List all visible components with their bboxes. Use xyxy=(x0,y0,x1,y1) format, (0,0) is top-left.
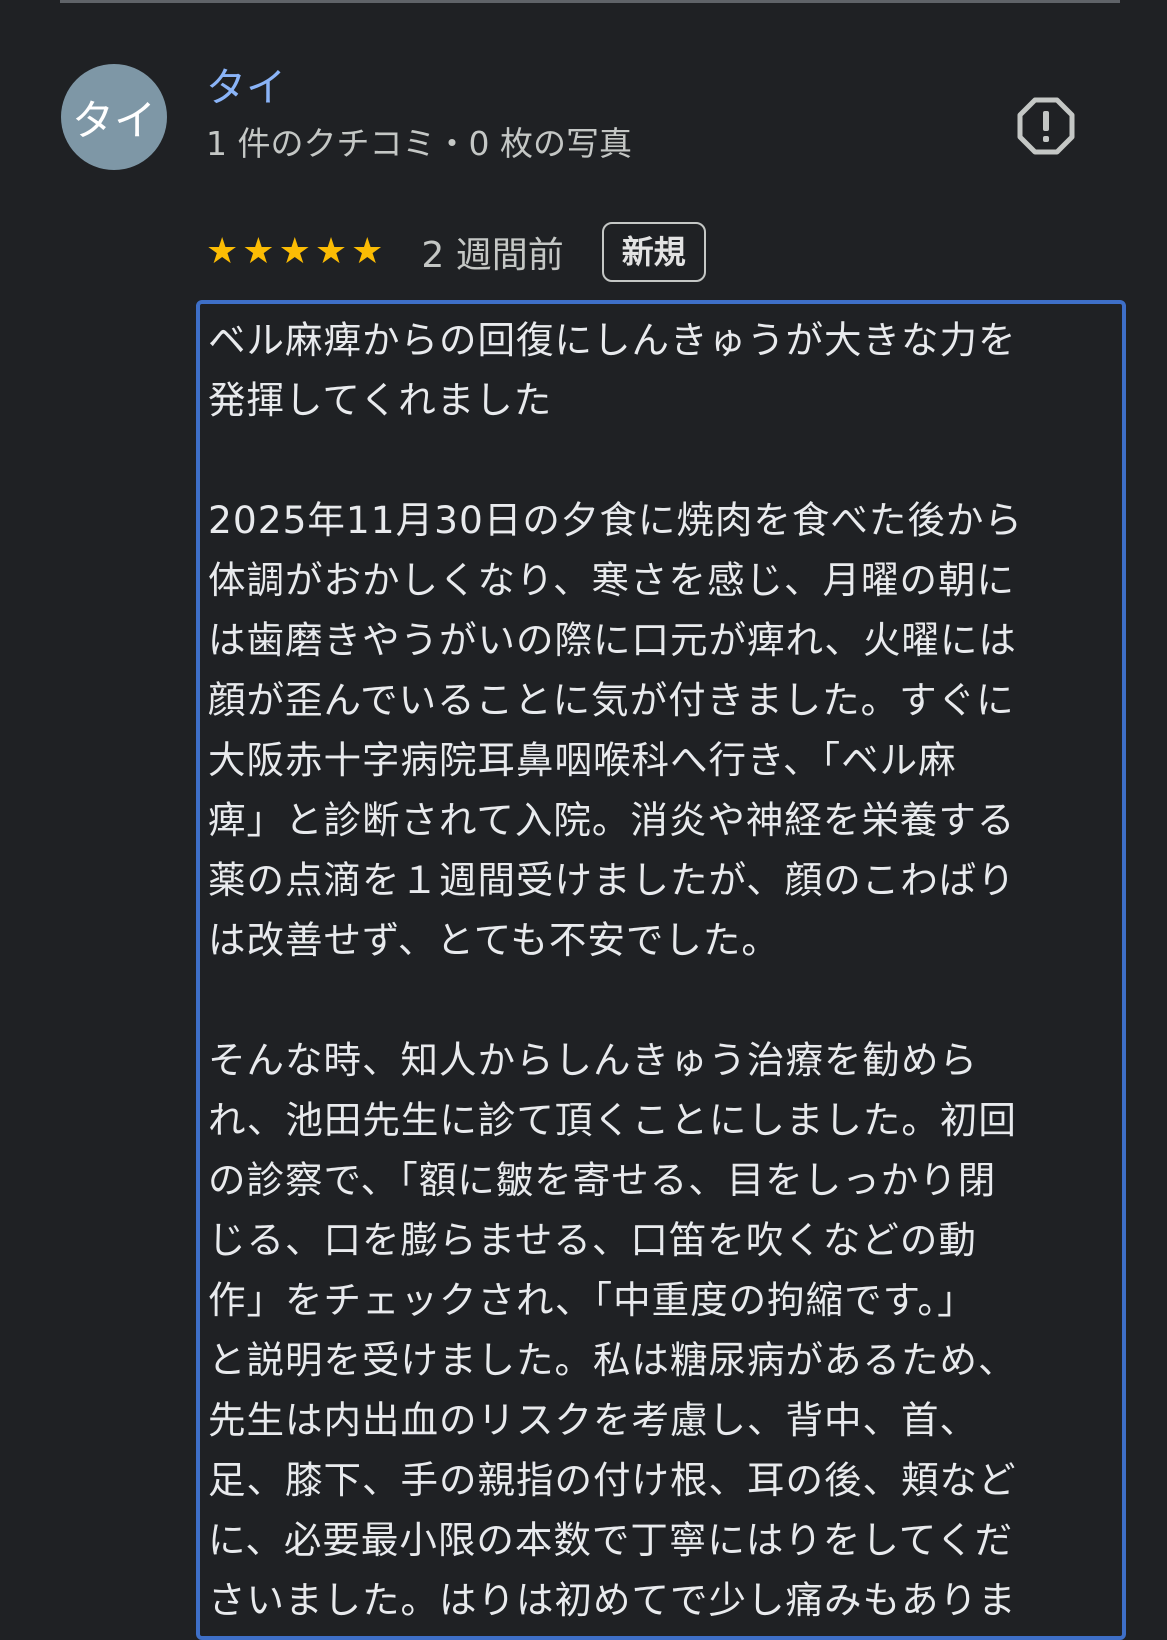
review-line: さいました。はりは初めてで少し痛みもありま xyxy=(208,1578,1017,1622)
review-line: 顔が歪んでいることに気が付きました。すぐに xyxy=(208,678,1015,722)
review-line: は歯磨きやうがいの際に口元が痺れ、火曜には xyxy=(208,618,1017,662)
avatar[interactable]: タイ xyxy=(61,64,167,170)
new-badge: 新規 xyxy=(601,222,706,282)
star-icon: ★ xyxy=(206,231,239,272)
report-flag-icon xyxy=(1017,97,1075,155)
review-line xyxy=(208,970,1114,1030)
review-line: 体調がおかしくなり、寒さを感じ、月曜の朝に xyxy=(208,558,1015,602)
review-line: 痺」と診断されて入院。消炎や神経を栄養する xyxy=(208,798,1016,842)
reviewer-name-link[interactable]: タイ xyxy=(206,62,286,114)
review-line: の診察で、「額に皺を寄せる、目をしっかり閉 xyxy=(208,1158,997,1202)
review-line: 足、膝下、手の親指の付け根、耳の後、頬など xyxy=(208,1458,1017,1502)
avatar-text: タイ xyxy=(71,95,156,145)
review-line: に、必要最小限の本数で丁寧にはりをしてくだ xyxy=(208,1518,1014,1562)
reviewer-stats: 1 件のクチコミ・0 枚の写真 xyxy=(206,124,632,163)
review-line: れ、池田先生に診て頂くことにしました。初回 xyxy=(208,1098,1017,1142)
star-icon: ★ xyxy=(351,231,384,272)
review-line: 先生は内出血のリスクを考慮し、背中、首、 xyxy=(208,1398,978,1442)
review-line xyxy=(208,430,1114,490)
review-line: 作」をチェックされ、「中重度の拘縮です。」 xyxy=(208,1278,976,1322)
review-line: は改善せず、とても不安でした。 xyxy=(208,918,780,962)
review-line: ベル麻痺からの回復にしんきゅうが大きな力を xyxy=(208,318,1017,362)
review-line: じる、口を膨らませる、口笛を吹くなどの動 xyxy=(208,1218,977,1262)
rating-row: ★ ★ ★ ★ ★ 2 週間前 新規 xyxy=(206,220,706,284)
review-date: 2 週間前 xyxy=(421,235,564,276)
star-icon: ★ xyxy=(242,231,275,272)
review-line: 大阪赤十字病院耳鼻咽喉科へ行き、「ベル麻 xyxy=(208,738,957,782)
review-line: そんな時、知人からしんきゅう治療を勧めら xyxy=(208,1038,978,1082)
review-line: と説明を受けました。私は糖尿病があるため、 xyxy=(208,1338,1017,1382)
star-icon: ★ xyxy=(314,231,348,272)
report-button[interactable] xyxy=(1016,96,1076,156)
star-icon: ★ xyxy=(278,231,311,272)
review-line: 2025年11月30日の夕食に焼肉を食べた後から xyxy=(208,498,1023,542)
star-rating: ★ ★ ★ ★ ★ xyxy=(206,232,383,272)
review-line: 薬の点滴を１週間受けましたが、顔のこわばり xyxy=(208,858,1016,902)
review-line: 発揮してくれました xyxy=(208,378,553,422)
review-text-container[interactable]: ベル麻痺からの回復にしんきゅうが大きな力を 発揮してくれました 2025年11月… xyxy=(196,300,1126,1640)
top-divider xyxy=(60,0,1120,3)
